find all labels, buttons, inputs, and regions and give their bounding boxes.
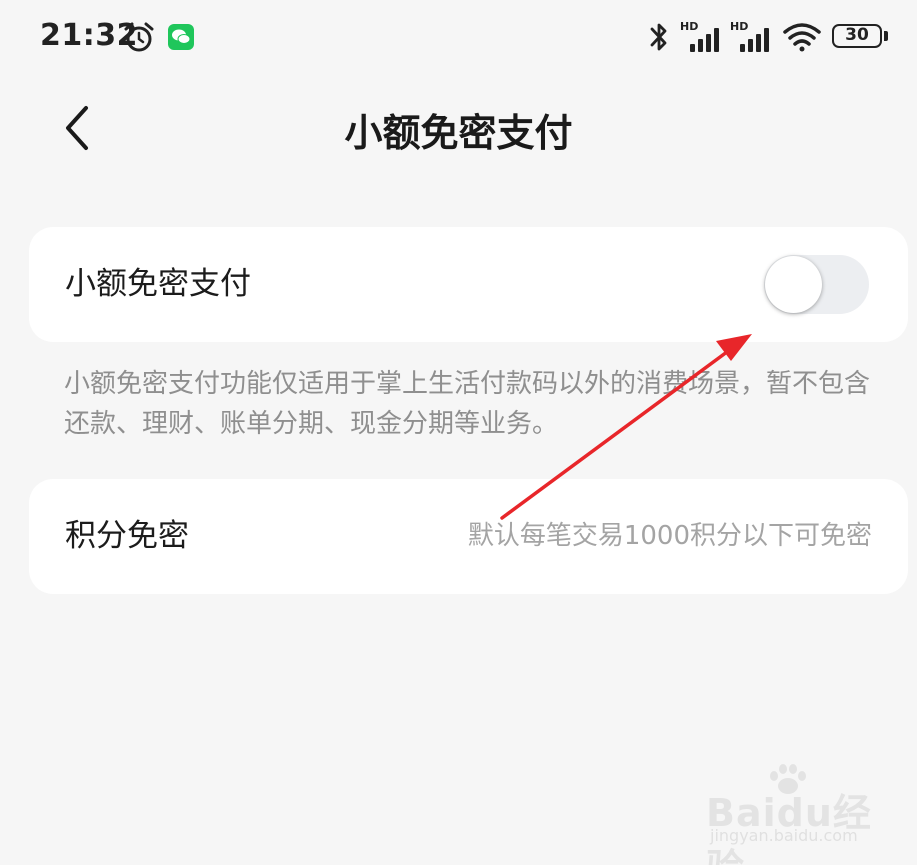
toggle-knob [765, 256, 822, 313]
small-payment-row: 小额免密支付 [29, 227, 908, 342]
points-free-row[interactable]: 积分免密 默认每笔交易1000积分以下可免密 [29, 479, 908, 594]
screen: 21:32 HD HD 30 小额免密支付 小额免密支付 小额免密支付功能仅适用… [0, 0, 917, 865]
battery-cap [884, 31, 888, 41]
watermark-brand: Baidu经验 [706, 791, 872, 865]
points-free-value: 默认每笔交易1000积分以下可免密 [467, 521, 872, 551]
small-payment-description: 小额免密支付功能仅适用于掌上生活付款码以外的消费场景，暂不包含还款、理财、账单分… [64, 369, 871, 439]
points-free-label: 积分免密 [65, 518, 189, 554]
battery-icon: 30 [832, 24, 882, 48]
signal-icon: HD [680, 20, 726, 52]
watermark-site: jingyan.baidu.com [710, 826, 858, 845]
signal-icon: HD [730, 20, 776, 52]
small-payment-toggle[interactable] [764, 255, 869, 314]
bluetooth-icon [650, 23, 667, 51]
page-title: 小额免密支付 [344, 111, 573, 155]
status-bar: 21:32 HD HD 30 [0, 0, 917, 76]
baidu-watermark: Baidu经验 jingyan.baidu.com [700, 762, 890, 865]
alarm-icon [124, 22, 154, 52]
small-payment-label: 小额免密支付 [65, 266, 251, 302]
wechat-icon [168, 24, 194, 50]
wifi-icon [783, 23, 821, 52]
